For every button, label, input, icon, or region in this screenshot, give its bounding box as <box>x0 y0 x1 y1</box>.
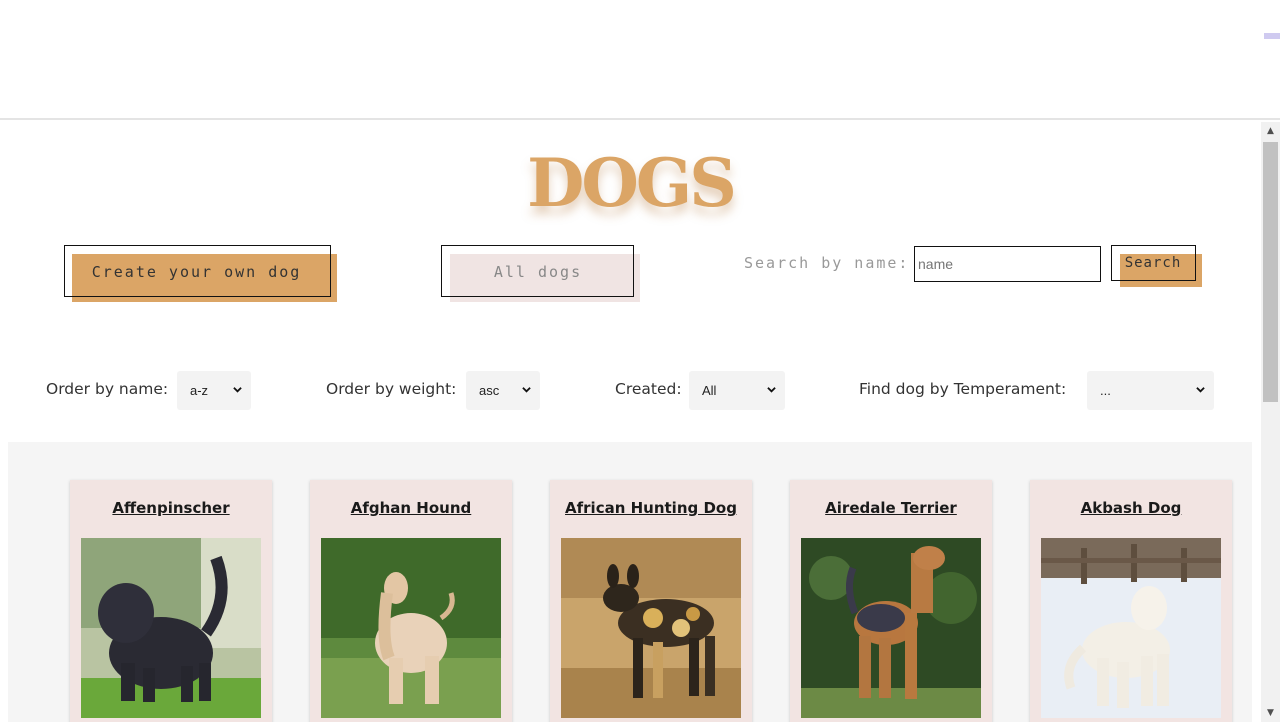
created-value: All <box>702 383 717 398</box>
scroll-down-icon[interactable]: ▼ <box>1261 704 1280 722</box>
dog-photo-afghan-hound <box>321 538 501 718</box>
dog-photo-affenpinscher <box>81 538 261 718</box>
dog-card-name[interactable]: Affenpinscher <box>70 499 272 517</box>
search-input[interactable] <box>914 246 1101 282</box>
dog-card[interactable]: Airedale Terrier <box>790 480 992 722</box>
chevron-down-icon <box>233 387 242 393</box>
vertical-scrollbar[interactable]: ▲ ▼ <box>1261 122 1280 722</box>
dog-card-name[interactable]: Akbash Dog <box>1030 499 1232 517</box>
dog-card[interactable]: Affenpinscher <box>70 480 272 722</box>
order-name-label: Order by name: <box>46 380 169 398</box>
scroll-up-icon[interactable]: ▲ <box>1261 122 1280 140</box>
search-button-label: Search <box>1124 255 1182 271</box>
chevron-down-icon <box>1196 387 1205 393</box>
dog-card-name[interactable]: Afghan Hound <box>310 499 512 517</box>
chevron-down-icon <box>522 387 531 393</box>
order-weight-value: asc <box>479 383 500 398</box>
dog-photo-airedale-terrier <box>801 538 981 718</box>
dog-card[interactable]: Akbash Dog <box>1030 480 1232 722</box>
created-select[interactable]: All <box>689 371 785 410</box>
dog-photo-akbash-dog <box>1041 538 1221 718</box>
order-weight-label: Order by weight: <box>326 380 457 398</box>
dog-card[interactable]: Afghan Hound <box>310 480 512 722</box>
create-dog-button[interactable]: Create your own dog <box>64 245 339 303</box>
page-content: DOGS Create your own dog All dogs Search… <box>0 122 1261 722</box>
dog-card-name[interactable]: African Hunting Dog <box>550 499 752 517</box>
toolbar-accent-mark <box>1264 33 1280 39</box>
dog-card-grid: Affenpinscher Afghan Hound African Hunti… <box>8 442 1252 722</box>
temperament-value: ... <box>1100 383 1111 398</box>
temperament-select[interactable]: ... <box>1087 371 1214 410</box>
search-label: Search by name: <box>744 254 910 272</box>
dog-card-name[interactable]: Airedale Terrier <box>790 499 992 517</box>
chevron-down-icon <box>767 387 776 393</box>
all-dogs-button-label: All dogs <box>493 263 583 281</box>
temperament-label: Find dog by Temperament: <box>859 380 1067 398</box>
order-name-select[interactable]: a-z <box>177 371 251 410</box>
search-button[interactable]: Search <box>1111 245 1203 288</box>
order-weight-select[interactable]: asc <box>466 371 540 410</box>
create-dog-button-label: Create your own dog <box>91 263 302 281</box>
scrollbar-thumb[interactable] <box>1263 142 1278 402</box>
dog-photo-african-hunting-dog <box>561 538 741 718</box>
created-label: Created: <box>615 380 682 398</box>
all-dogs-button[interactable]: All dogs <box>441 245 641 303</box>
dog-card[interactable]: African Hunting Dog <box>550 480 752 722</box>
browser-top-area <box>0 0 1280 120</box>
page-title: DOGS <box>527 144 737 222</box>
order-name-value: a-z <box>190 383 209 398</box>
